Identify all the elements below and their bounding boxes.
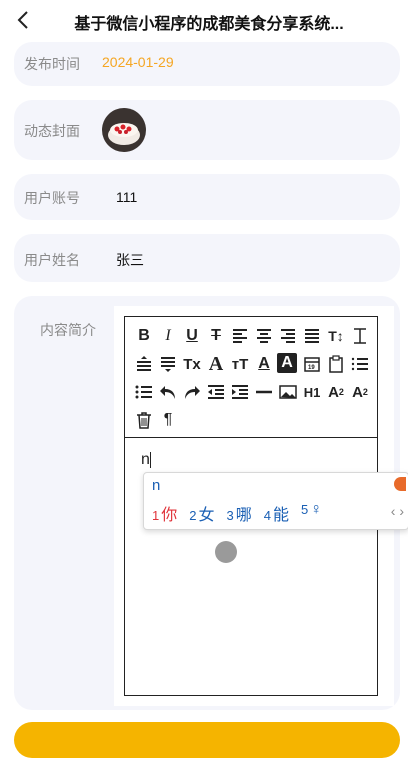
publish-time-label: 发布时间 (24, 56, 80, 72)
svg-text:19: 19 (308, 365, 315, 371)
ime-candidate[interactable]: 5 ♀ (301, 501, 322, 525)
superscript-icon[interactable]: A2 (349, 381, 371, 403)
delete-icon[interactable] (133, 409, 155, 431)
align-left-icon[interactable] (229, 325, 251, 347)
italic-icon[interactable]: I (157, 325, 179, 347)
subscript-icon[interactable]: A2 (325, 381, 347, 403)
indent-icon[interactable] (229, 381, 251, 403)
account-label: 用户账号 (24, 190, 80, 206)
paragraph-spacing-before-icon[interactable] (133, 353, 155, 375)
typed-text: n (141, 451, 150, 468)
name-row: 用户姓名 张三 (14, 234, 400, 282)
align-right-icon[interactable] (277, 325, 299, 347)
ime-candidate-list: 1你 2女 3哪 4能 5 ♀ (152, 501, 322, 525)
editor-toolbar: B I U T T↕ Tx A тT A A 19 H1 A 2 A 2 ¶ (125, 317, 377, 438)
align-justify-icon[interactable] (301, 325, 323, 347)
undo-icon[interactable] (157, 381, 179, 403)
account-row: 用户账号 111 (14, 174, 400, 220)
touch-indicator (215, 541, 237, 563)
ime-candidate[interactable]: 3哪 (227, 501, 252, 525)
heading-icon[interactable]: H1 (301, 381, 323, 403)
account-value[interactable]: 111 (116, 189, 137, 205)
ime-candidate[interactable]: 2女 (189, 501, 214, 525)
align-center-icon[interactable] (253, 325, 275, 347)
name-value[interactable]: 张三 (116, 250, 144, 270)
unordered-list-icon[interactable] (133, 381, 155, 403)
text-cursor (149, 451, 151, 468)
cover-label: 动态封面 (24, 123, 80, 139)
font-color-icon[interactable]: A (253, 353, 275, 375)
outdent-icon[interactable] (205, 381, 227, 403)
publish-time-value[interactable]: 2024-01-29 (102, 54, 174, 70)
paragraph-spacing-after-icon[interactable] (157, 353, 179, 375)
ime-page-arrows-icon[interactable]: ‹ › (391, 503, 404, 519)
page-title: 基于微信小程序的成都美食分享系统... (74, 16, 344, 33)
font-size-icon[interactable]: T↕ (325, 325, 347, 347)
ime-candidate[interactable]: 4能 (264, 501, 289, 525)
content-label: 内容简介 (40, 322, 96, 338)
redo-icon[interactable] (181, 381, 203, 403)
paragraph-mark-icon[interactable]: ¶ (157, 409, 179, 431)
cover-image[interactable] (102, 108, 146, 152)
background-color-icon[interactable]: A (277, 353, 297, 373)
horizontal-rule-icon[interactable] (253, 381, 275, 403)
font-size-larger-icon[interactable]: тT (229, 353, 251, 375)
date-icon[interactable]: 19 (301, 353, 323, 375)
strikethrough-icon[interactable]: T (205, 325, 227, 347)
clear-format-icon[interactable]: Tx (181, 353, 203, 375)
image-icon[interactable] (277, 381, 299, 403)
bold-icon[interactable]: B (133, 325, 155, 347)
publish-time-row: 发布时间 2024-01-29 (14, 42, 400, 86)
nav-bar: 基于微信小程序的成都美食分享系统... (0, 0, 408, 40)
underline-icon[interactable]: U (181, 325, 203, 347)
font-family-icon[interactable]: A (205, 353, 227, 375)
ime-input-text: n (152, 477, 161, 494)
line-height-icon[interactable] (349, 325, 371, 347)
name-label: 用户姓名 (24, 252, 80, 268)
ime-candidate-popup: n 1你 2女 3哪 4能 5 ♀ ‹ › (143, 472, 408, 530)
ordered-list-icon[interactable] (349, 353, 371, 375)
back-arrow-icon[interactable] (12, 8, 36, 32)
ime-logo-icon (394, 477, 406, 491)
editor-content[interactable]: n (141, 451, 151, 469)
submit-button[interactable] (14, 722, 400, 758)
clipboard-icon[interactable] (325, 353, 347, 375)
cover-row: 动态封面 (14, 100, 400, 160)
ime-candidate[interactable]: 1你 (152, 501, 177, 525)
